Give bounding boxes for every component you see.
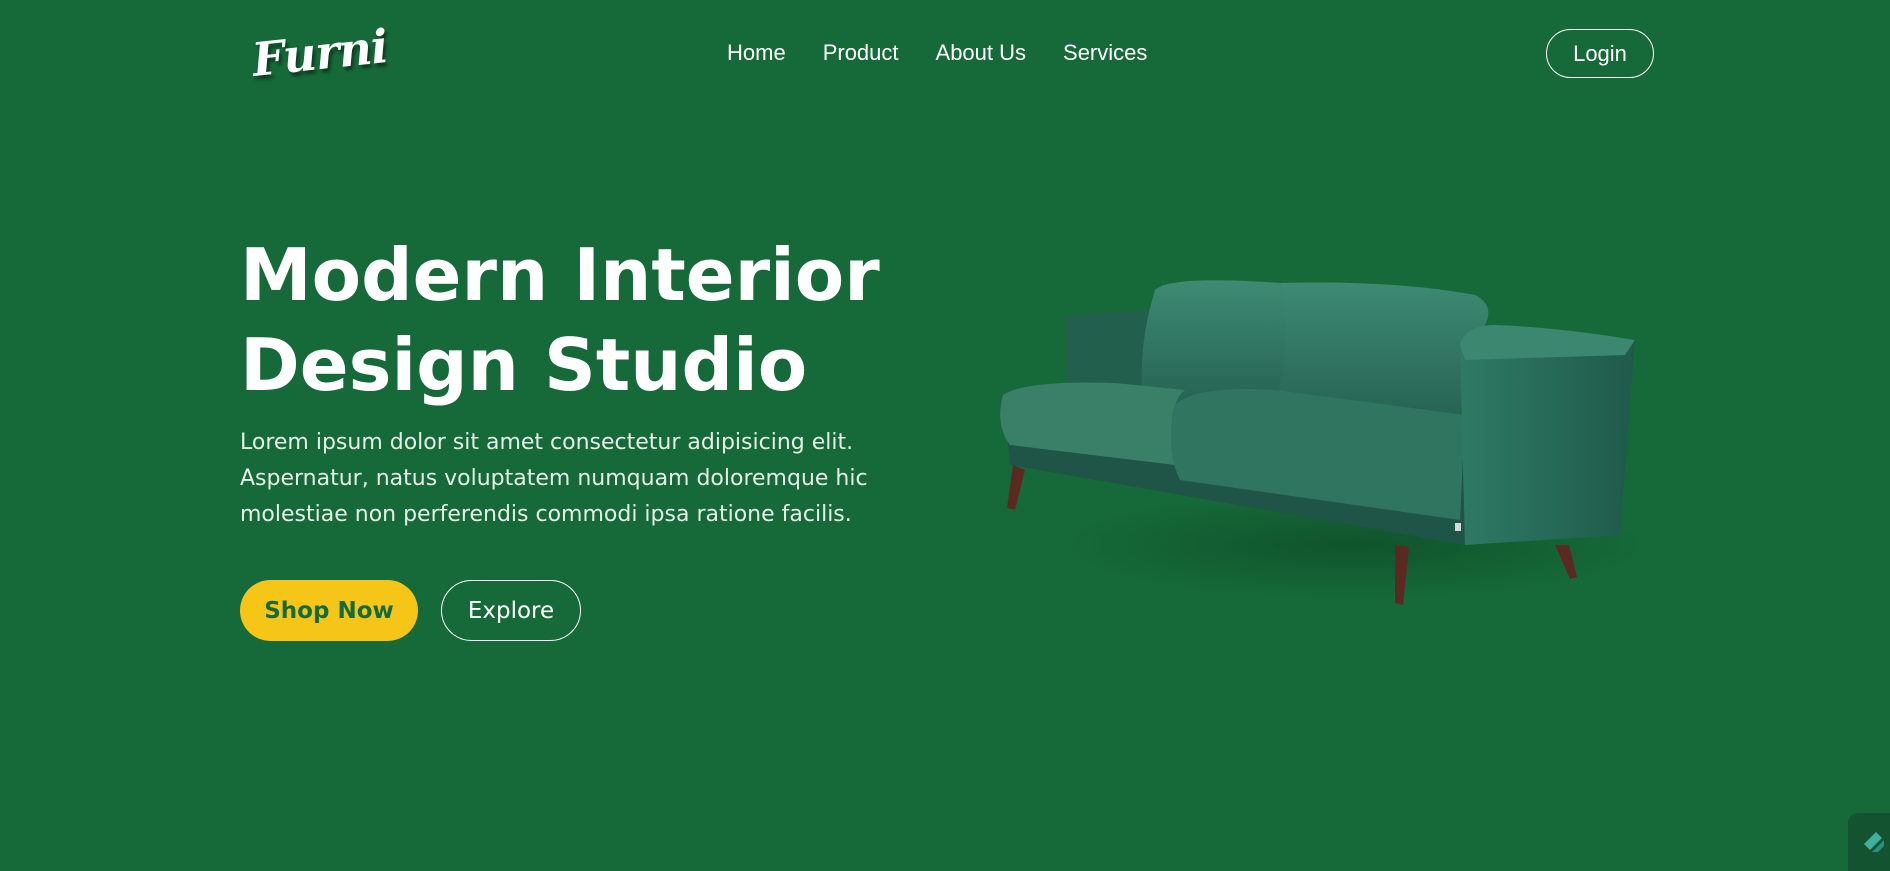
- login-button[interactable]: Login: [1546, 29, 1654, 78]
- explore-button[interactable]: Explore: [441, 580, 581, 641]
- logo[interactable]: Furni: [250, 19, 390, 87]
- nav-home[interactable]: Home: [727, 40, 786, 66]
- hero-description: Lorem ipsum dolor sit amet consectetur a…: [240, 430, 868, 527]
- widget-icon[interactable]: [1848, 813, 1890, 871]
- nav-services[interactable]: Services: [1063, 40, 1147, 66]
- main-nav: Home Product About Us Services: [727, 40, 1147, 66]
- shop-now-button[interactable]: Shop Now: [240, 580, 418, 641]
- hero-title-line-1: Modern Interior: [240, 233, 880, 317]
- hero-title-line-2: Design Studio: [240, 323, 808, 407]
- sofa-image: [1000, 280, 1645, 605]
- nav-product[interactable]: Product: [823, 40, 899, 66]
- widget-glyph-icon: [1864, 832, 1884, 852]
- nav-about-us[interactable]: About Us: [936, 40, 1027, 66]
- hero-title: Modern Interior Design Studio: [240, 230, 940, 410]
